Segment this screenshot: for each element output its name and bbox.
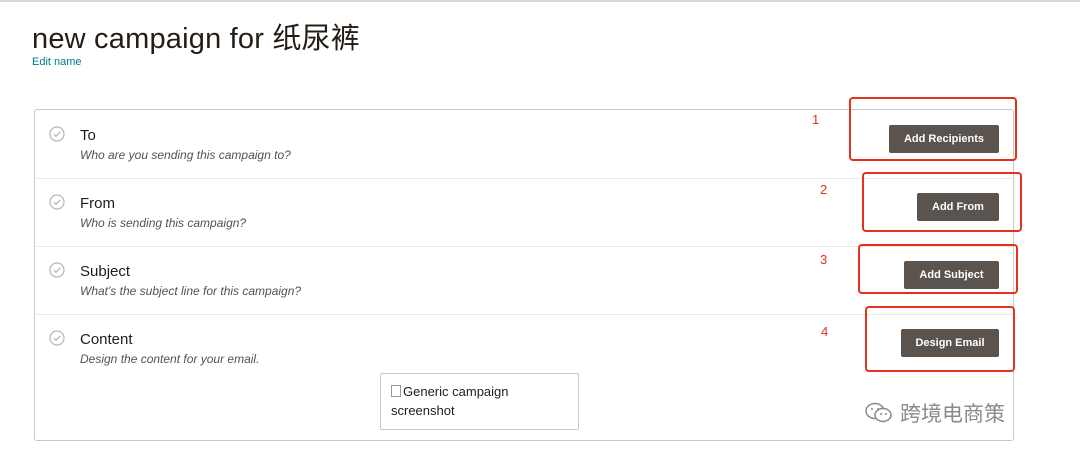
- campaign-screenshot-placeholder: Generic campaign screenshot: [380, 373, 579, 430]
- annotation-box-3: [858, 244, 1018, 294]
- check-circle-icon: [49, 194, 65, 210]
- row-description: Design the content for your email.: [80, 352, 260, 366]
- watermark-text: 跨境电商策: [900, 402, 1005, 426]
- row-description: What's the subject line for this campaig…: [80, 284, 302, 298]
- row-title: To: [80, 127, 96, 144]
- annotation-box-1: [849, 97, 1017, 161]
- annotation-box-4: [865, 306, 1015, 372]
- annotation-number: 3: [820, 252, 828, 267]
- row-title: From: [80, 195, 115, 212]
- check-circle-icon: [49, 126, 65, 142]
- annotation-number: 2: [820, 182, 828, 197]
- page-title: new campaign for 纸尿裤: [32, 23, 360, 55]
- watermark: 跨境电商策: [864, 398, 1005, 428]
- broken-image-icon: [391, 385, 401, 397]
- wechat-icon: [865, 402, 892, 423]
- annotation-number: 4: [821, 324, 829, 339]
- check-circle-icon: [49, 262, 65, 278]
- row-title: Subject: [80, 263, 131, 280]
- edit-name-link[interactable]: Edit name: [32, 56, 82, 68]
- check-circle-icon: [49, 330, 65, 346]
- row-description: Who are you sending this campaign to?: [80, 148, 291, 162]
- row-description: Who is sending this campaign?: [80, 216, 247, 230]
- row-title: Content: [80, 331, 133, 348]
- top-divider: [0, 0, 1080, 2]
- image-alt-text: Generic campaign screenshot: [391, 384, 509, 418]
- annotation-box-2: [862, 172, 1022, 232]
- annotation-number: 1: [812, 112, 820, 127]
